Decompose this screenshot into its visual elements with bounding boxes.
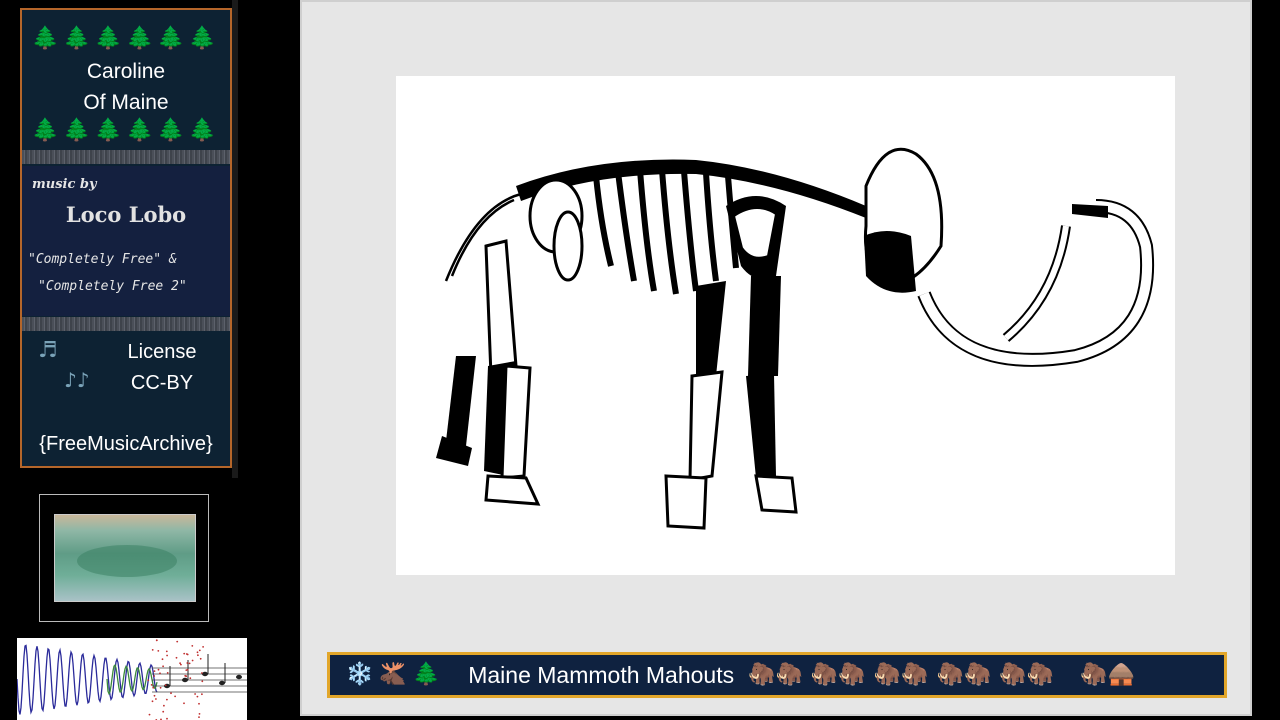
thumbnail-frame bbox=[39, 494, 209, 622]
banner-title: Maine Mammoth Mahouts bbox=[468, 662, 734, 689]
album-title-2: "Completely Free 2" bbox=[38, 279, 187, 294]
thumbnail-image bbox=[54, 514, 196, 602]
divider-stripe bbox=[22, 317, 230, 331]
evergreen-icon: 🌲 bbox=[413, 655, 440, 695]
music-note-icon: ♬ bbox=[38, 338, 58, 363]
title-banner: ❄️ 🫎 🌲 Maine Mammoth Mahouts 🦣 🦣 🦣 🦣 🦣 🦣… bbox=[327, 652, 1227, 698]
mammoth-group: 🦣 🦣 bbox=[811, 655, 866, 695]
artist-name: Loco Lobo bbox=[22, 202, 230, 227]
mammoth-group: 🦣 🦣 bbox=[999, 655, 1054, 695]
song-title-line-2: Of Maine bbox=[22, 91, 230, 115]
source-label: {FreeMusicArchive} bbox=[22, 433, 230, 456]
mammoth-icon: 🦣 bbox=[811, 655, 838, 695]
song-info-card: 🌲🌲🌲🌲🌲🌲 Caroline Of Maine 🌲🌲🌲🌲🌲🌲 music by… bbox=[20, 8, 232, 468]
mammoth-icon: 🦣 bbox=[748, 655, 775, 695]
card-shadow bbox=[232, 0, 238, 478]
mammoth-group: 🦣 🦣 bbox=[874, 655, 929, 695]
evergreen-tree-row-top: 🌲🌲🌲🌲🌲🌲 bbox=[22, 26, 230, 52]
waveform-visualizer bbox=[17, 638, 247, 720]
waveform-graphic bbox=[17, 638, 247, 720]
mammoth-icon: 🦣 bbox=[901, 655, 928, 695]
song-title-line-1: Caroline bbox=[22, 60, 230, 84]
moose-icon: 🫎 bbox=[379, 655, 406, 695]
mammoth-icon: 🦣 bbox=[999, 655, 1026, 695]
mammoth-icon: 🦣 bbox=[1080, 655, 1107, 695]
mammoth-icon: 🦣 bbox=[874, 655, 901, 695]
mammoth-icon: 🦣 bbox=[937, 655, 964, 695]
album-title-1: "Completely Free" & bbox=[28, 252, 177, 267]
mammoth-group: 🦣 🦣 bbox=[937, 655, 992, 695]
mammoth-icon: 🦣 bbox=[964, 655, 991, 695]
evergreen-tree-row-bottom: 🌲🌲🌲🌲🌲🌲 bbox=[22, 118, 230, 144]
mammoth-hut-group: 🦣 🛖 bbox=[1080, 655, 1135, 695]
mammoth-icon: 🦣 bbox=[1027, 655, 1054, 695]
snowflake-icon: ❄️ bbox=[346, 655, 373, 695]
license-label: License bbox=[112, 341, 212, 364]
mammoth-icon: 🦣 bbox=[838, 655, 865, 695]
mammoth-group: 🦣 🦣 bbox=[748, 655, 803, 695]
music-notes-icon: ♪♪ bbox=[64, 368, 90, 392]
music-by-label: music by bbox=[32, 177, 97, 192]
divider-stripe bbox=[22, 150, 230, 164]
mammoth-icon: 🦣 bbox=[776, 655, 803, 695]
mammoth-skeleton-image bbox=[396, 76, 1175, 575]
hut-icon: 🛖 bbox=[1108, 655, 1135, 695]
license-value: CC-BY bbox=[112, 372, 212, 395]
mammoth-skeleton-drawing bbox=[396, 76, 1175, 575]
image-viewer: ❄️ 🫎 🌲 Maine Mammoth Mahouts 🦣 🦣 🦣 🦣 🦣 🦣… bbox=[300, 0, 1252, 716]
